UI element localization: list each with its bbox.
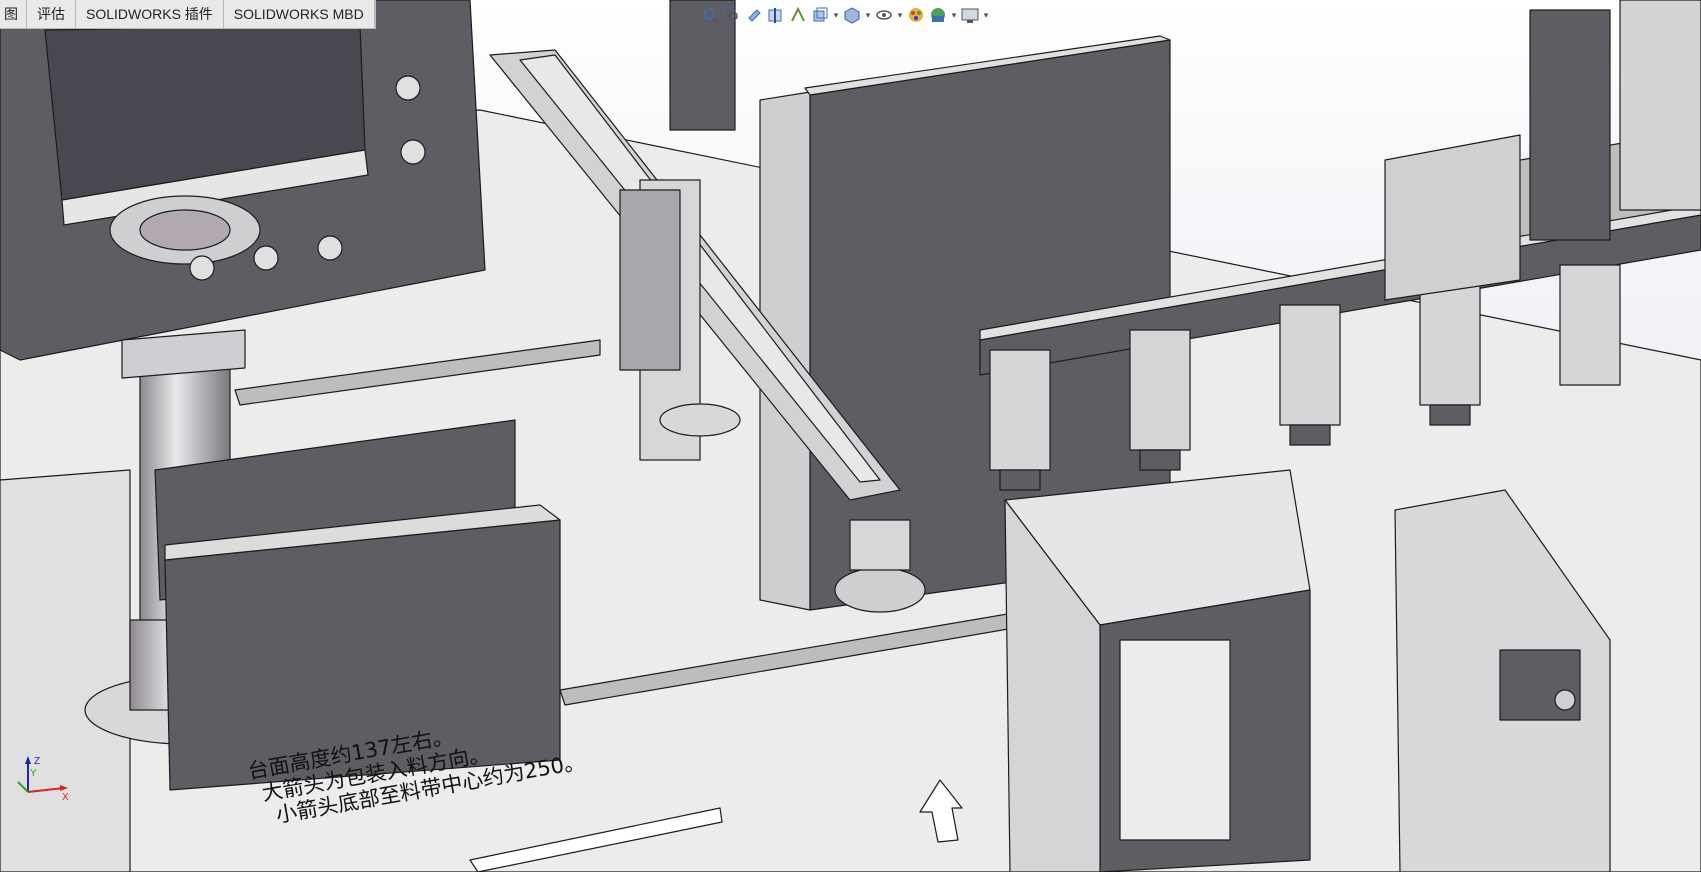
hide-show-items-icon[interactable]: [874, 5, 894, 25]
tab-evaluate[interactable]: 评估: [27, 0, 76, 28]
view-orientation-icon[interactable]: [810, 5, 830, 25]
zoom-to-area-icon[interactable]: [722, 5, 742, 25]
triad-z-label: Z: [34, 756, 40, 767]
reference-triad: Z Y X: [17, 756, 69, 803]
apply-scene-icon[interactable]: [928, 5, 948, 25]
triad-y-label: Y: [30, 768, 37, 779]
command-manager-tabs: 图 评估 SOLIDWORKS 插件 SOLIDWORKS MBD: [0, 0, 376, 29]
graphics-area[interactable]: 图 评估 SOLIDWORKS 插件 SOLIDWORKS MBD ▾ ▾ ▾ …: [0, 0, 1701, 872]
hide-show-dropdown-icon[interactable]: ▾: [896, 10, 904, 21]
display-style-dropdown-icon[interactable]: ▾: [864, 10, 872, 21]
dynamic-annotation-icon[interactable]: [788, 5, 808, 25]
tab-view[interactable]: 图: [0, 0, 27, 28]
cad-model-view[interactable]: [0, 0, 1701, 872]
tab-solidworks-addins[interactable]: SOLIDWORKS 插件: [76, 0, 224, 28]
view-settings-dropdown-icon[interactable]: ▾: [982, 10, 990, 21]
view-orientation-dropdown-icon[interactable]: ▾: [832, 10, 840, 21]
zoom-to-fit-icon[interactable]: [700, 5, 720, 25]
tab-solidworks-mbd[interactable]: SOLIDWORKS MBD: [224, 0, 375, 28]
edit-appearance-icon[interactable]: [906, 5, 926, 25]
heads-up-view-toolbar: ▾ ▾ ▾ ▾ ▾: [700, 4, 990, 26]
display-style-icon[interactable]: [842, 5, 862, 25]
view-settings-icon[interactable]: [960, 5, 980, 25]
previous-view-icon[interactable]: [744, 5, 764, 25]
apply-scene-dropdown-icon[interactable]: ▾: [950, 10, 958, 21]
section-view-icon[interactable]: [766, 5, 786, 25]
triad-x-label: X: [62, 792, 69, 803]
